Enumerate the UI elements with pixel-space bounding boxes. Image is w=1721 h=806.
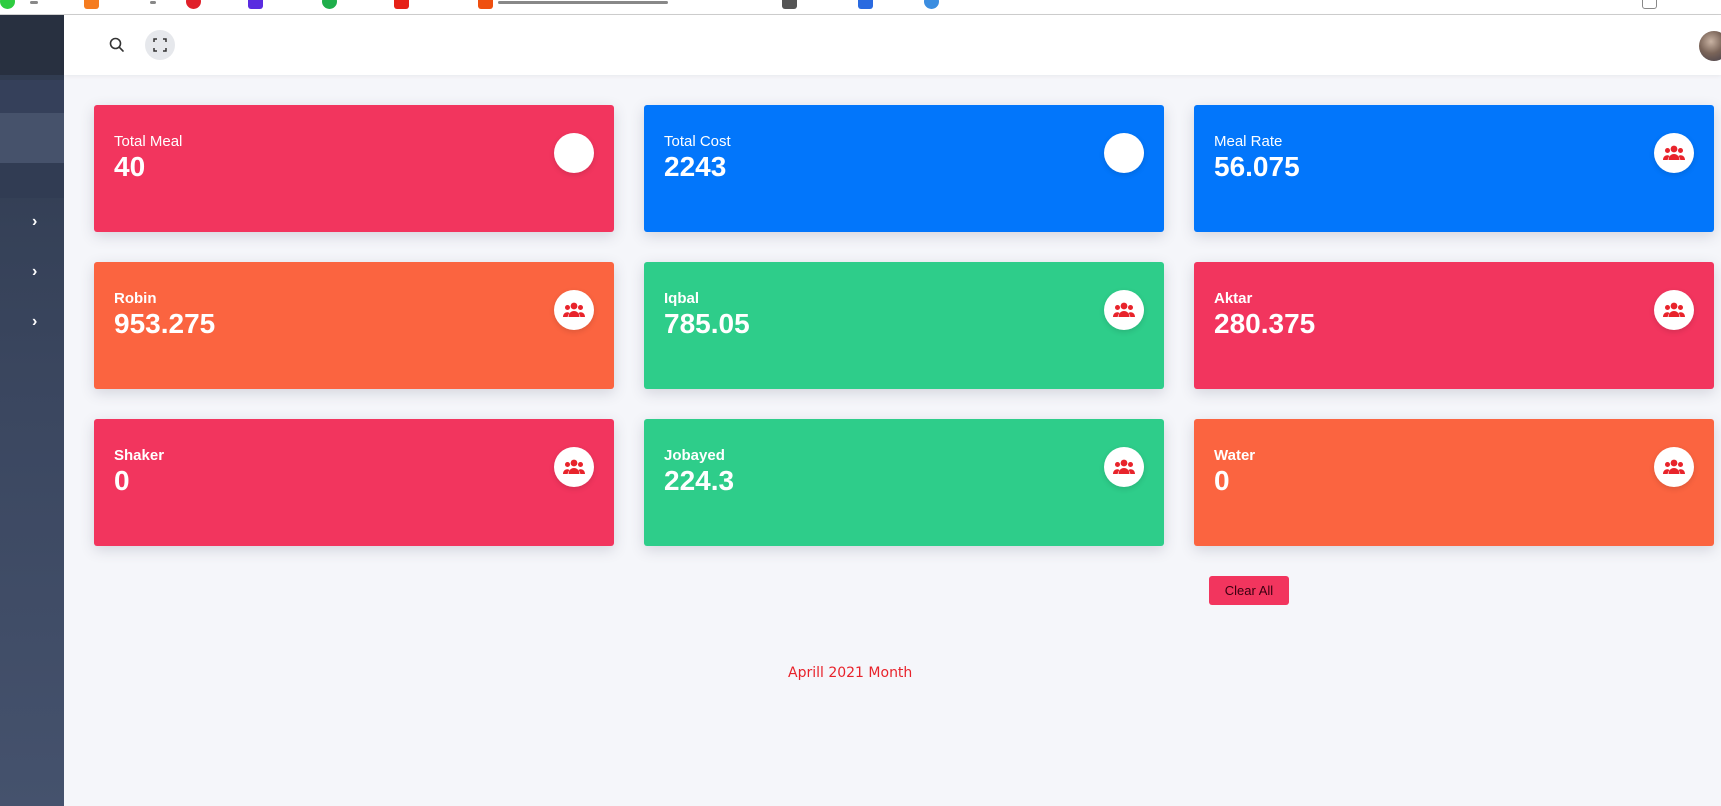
card-value: 280.375: [1214, 308, 1316, 339]
sidebar-item-active[interactable]: [0, 113, 64, 163]
bookmark-icon[interactable]: [858, 0, 873, 9]
stat-card-shaker: Shaker 0: [94, 419, 614, 546]
bookmark-icon[interactable]: [394, 0, 409, 9]
month-label: Aprill 2021 Month: [788, 665, 913, 681]
bookmark-icon[interactable]: [1642, 0, 1657, 9]
bookmark-icon[interactable]: [0, 0, 15, 9]
card-value: 56.075: [1214, 151, 1300, 182]
card-label: Shaker: [114, 447, 165, 464]
bookmark-divider: [30, 1, 38, 4]
users-icon: [1113, 302, 1135, 317]
users-icon: [563, 302, 585, 317]
stat-card-meal-rate: Meal Rate 56.075: [1194, 105, 1714, 232]
bookmark-icon[interactable]: [248, 0, 263, 9]
card-label: Total Meal: [114, 133, 183, 150]
users-icon-badge: [1104, 290, 1144, 330]
circle-icon: [1104, 133, 1144, 173]
bookmark-icon[interactable]: [782, 0, 797, 9]
chevron-right-icon[interactable]: ›: [32, 264, 46, 280]
bookmark-icon[interactable]: [322, 0, 337, 9]
users-icon-badge: [1654, 447, 1694, 487]
users-icon-badge: [554, 447, 594, 487]
users-icon: [1113, 459, 1135, 474]
avatar[interactable]: [1699, 31, 1721, 61]
bookmark-icon[interactable]: [478, 0, 493, 9]
users-icon: [563, 459, 585, 474]
stat-card-iqbal: Iqbal 785.05: [644, 262, 1164, 389]
card-label: Meal Rate: [1214, 133, 1283, 150]
bookmark-icon[interactable]: [84, 0, 99, 9]
card-label: Total Cost: [664, 133, 731, 150]
card-label: Aktar: [1214, 290, 1253, 307]
stat-card-total-meal: Total Meal 40: [94, 105, 614, 232]
bookmark-divider: [498, 1, 668, 4]
sidebar-item[interactable]: [0, 80, 64, 113]
bookmark-icon[interactable]: [186, 0, 201, 9]
users-icon: [1663, 145, 1685, 160]
card-value: 224.3: [664, 465, 735, 496]
browser-bookmarks-bar: [0, 0, 1721, 15]
fullscreen-button[interactable]: [145, 30, 175, 60]
users-icon-badge: [1654, 133, 1694, 173]
card-value: 0: [114, 465, 130, 496]
card-value: 40: [114, 151, 146, 182]
stat-card-total-cost: Total Cost 2243: [644, 105, 1164, 232]
card-value: 953.275: [114, 308, 216, 339]
sidebar-logo-area: [0, 15, 64, 75]
stat-card-robin: Robin 953.275: [94, 262, 614, 389]
users-icon-badge: [554, 290, 594, 330]
card-label: Jobayed: [664, 447, 725, 464]
card-label: Robin: [114, 290, 157, 307]
card-label: Water: [1214, 447, 1256, 464]
chevron-right-icon[interactable]: ›: [32, 314, 46, 330]
circle-icon: [554, 133, 594, 173]
sidebar: › › ›: [0, 15, 64, 806]
stat-card-water: Water 0: [1194, 419, 1714, 546]
stat-card-jobayed: Jobayed 224.3: [644, 419, 1164, 546]
card-value: 2243: [664, 151, 727, 182]
users-icon-badge: [1104, 447, 1144, 487]
search-icon[interactable]: [108, 36, 126, 54]
clear-all-button[interactable]: Clear All: [1209, 576, 1289, 605]
card-value: 0: [1214, 465, 1230, 496]
card-label: Iqbal: [664, 290, 700, 307]
bookmark-icon[interactable]: [924, 0, 939, 9]
card-value: 785.05: [664, 308, 750, 339]
top-header: [64, 15, 1721, 75]
stat-card-aktar: Aktar 280.375: [1194, 262, 1714, 389]
sidebar-item[interactable]: [0, 163, 64, 198]
users-icon: [1663, 459, 1685, 474]
chevron-right-icon[interactable]: ›: [32, 214, 46, 230]
users-icon: [1663, 302, 1685, 317]
fullscreen-icon: [153, 38, 167, 52]
bookmark-divider: [150, 1, 156, 4]
users-icon-badge: [1654, 290, 1694, 330]
